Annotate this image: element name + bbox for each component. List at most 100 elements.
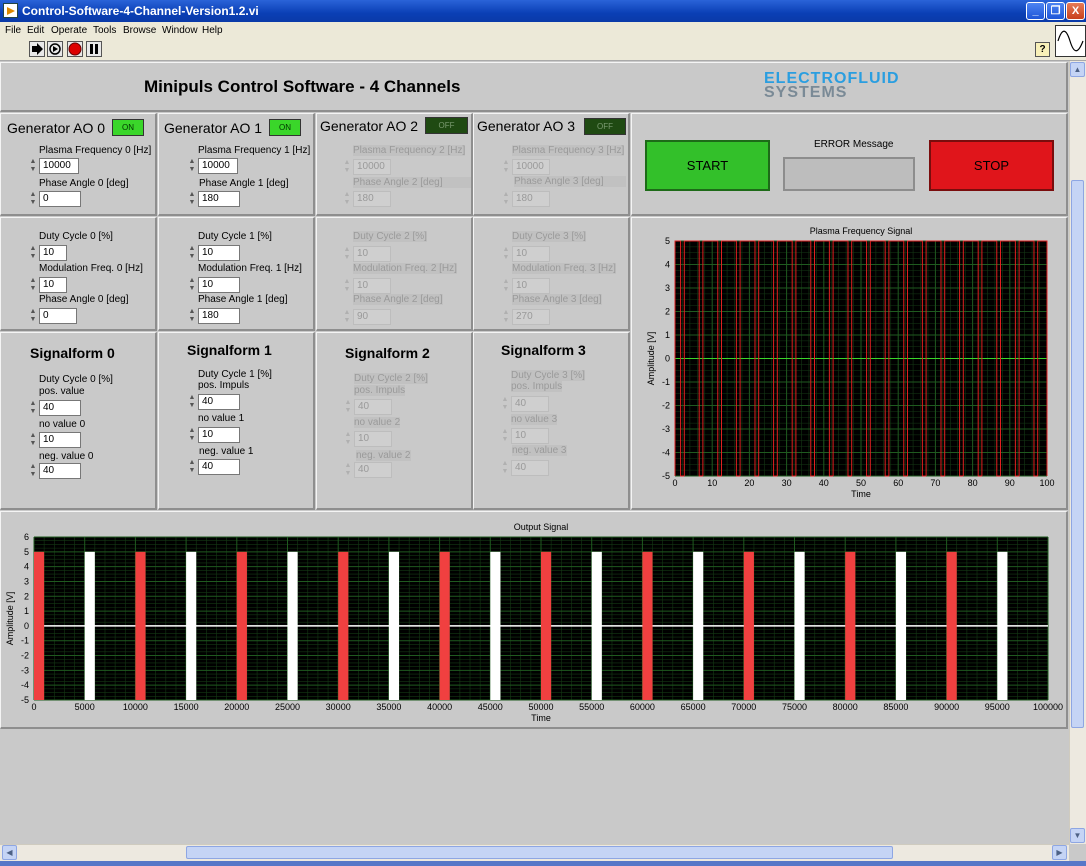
scroll-left-icon[interactable]: ◀	[2, 845, 17, 860]
duty-input[interactable]: 10	[353, 246, 391, 262]
spinner-icon[interactable]: ▲ ▼	[501, 191, 511, 207]
duty-input[interactable]: 10	[39, 245, 67, 261]
run-icon[interactable]	[29, 41, 45, 57]
spinner-icon[interactable]: ▲ ▼	[342, 246, 352, 262]
pos-input[interactable]: 40	[511, 396, 549, 412]
spinner-icon[interactable]: ▲ ▼	[187, 394, 197, 410]
generator-toggle-0[interactable]: ON	[112, 119, 144, 136]
pause-icon[interactable]	[86, 41, 102, 57]
menu-operate[interactable]: Operate	[51, 25, 87, 36]
freq-input[interactable]: 10000	[512, 159, 550, 175]
freq-input[interactable]: 10000	[353, 159, 391, 175]
no-value-input[interactable]: 10	[39, 432, 81, 448]
pos-label: pos. value	[39, 386, 85, 397]
phase-input[interactable]: 180	[198, 308, 240, 324]
phase-input[interactable]: 180	[353, 191, 391, 207]
freq-input[interactable]: 10000	[39, 158, 79, 174]
spinner-icon[interactable]: ▲ ▼	[28, 432, 38, 448]
spinner-icon[interactable]: ▲ ▼	[187, 191, 197, 207]
menu-help[interactable]: Help	[202, 25, 223, 36]
phase-input[interactable]: 270	[512, 309, 550, 325]
spinner-icon[interactable]: ▲ ▼	[28, 277, 38, 293]
spinner-icon[interactable]: ▲ ▼	[342, 159, 352, 175]
spinner-icon[interactable]: ▲ ▼	[187, 245, 197, 261]
menu-window[interactable]: Window	[162, 25, 198, 36]
phase-input[interactable]: 0	[39, 308, 77, 324]
spinner-icon[interactable]: ▲ ▼	[28, 463, 38, 479]
pos-input[interactable]: 40	[354, 399, 392, 415]
spinner-icon[interactable]: ▲ ▼	[28, 308, 38, 324]
x-tick-label: 15000	[174, 702, 199, 712]
run-continuously-icon[interactable]	[47, 41, 63, 57]
stop-button[interactable]: STOP	[929, 140, 1054, 191]
y-tick-label: -4	[21, 680, 29, 690]
duty-input[interactable]: 10	[512, 246, 550, 262]
menu-tools[interactable]: Tools	[93, 25, 116, 36]
generator-toggle-3[interactable]: OFF	[584, 118, 626, 135]
spinner-icon[interactable]: ▲ ▼	[342, 309, 352, 325]
spinner-icon[interactable]: ▲ ▼	[28, 158, 38, 174]
menu-file[interactable]: File	[5, 25, 21, 36]
spinner-icon[interactable]: ▲ ▼	[187, 277, 197, 293]
x-tick-label: 40000	[427, 702, 452, 712]
neg-input[interactable]: 40	[511, 460, 549, 476]
spinner-icon[interactable]: ▲ ▼	[501, 159, 511, 175]
scroll-up-icon[interactable]: ▲	[1070, 62, 1085, 77]
spinner-icon[interactable]: ▲ ▼	[342, 191, 352, 207]
x-tick-label: 75000	[782, 702, 807, 712]
spinner-icon[interactable]: ▲ ▼	[501, 309, 511, 325]
neg-input[interactable]: 40	[198, 459, 240, 475]
phase-input[interactable]: 90	[353, 309, 391, 325]
spinner-icon[interactable]: ▲ ▼	[28, 191, 38, 207]
spinner-icon[interactable]: ▲ ▼	[501, 246, 511, 262]
spinner-icon[interactable]: ▲ ▼	[187, 459, 197, 475]
generator-toggle-2[interactable]: OFF	[425, 117, 468, 134]
spinner-icon[interactable]: ▲ ▼	[187, 158, 197, 174]
pos-input[interactable]: 40	[39, 400, 81, 416]
spinner-icon[interactable]: ▲ ▼	[343, 399, 353, 415]
neg-input[interactable]: 40	[39, 463, 81, 479]
no-value-input[interactable]: 10	[354, 431, 392, 447]
scroll-right-icon[interactable]: ▶	[1052, 845, 1067, 860]
modulation-panel-2: Duty Cycle 2 [%] ▲ ▼ 10 Modulation Freq. …	[316, 217, 473, 331]
spinner-icon[interactable]: ▲ ▼	[342, 278, 352, 294]
mod-freq-input[interactable]: 10	[39, 277, 67, 293]
duty-input[interactable]: 10	[198, 245, 240, 261]
no-value-input[interactable]: 10	[511, 428, 549, 444]
spinner-icon[interactable]: ▲ ▼	[187, 308, 197, 324]
menu-browse[interactable]: Browse	[123, 25, 156, 36]
phase-input[interactable]: 180	[512, 191, 550, 207]
scroll-down-icon[interactable]: ▼	[1070, 828, 1085, 843]
mod-freq-input[interactable]: 10	[198, 277, 240, 293]
spinner-icon[interactable]: ▲ ▼	[343, 462, 353, 478]
spinner-icon[interactable]: ▲ ▼	[343, 431, 353, 447]
restore-button[interactable]: ❐	[1046, 2, 1065, 20]
phase-input[interactable]: 180	[198, 191, 240, 207]
horizontal-scroll-thumb[interactable]	[186, 846, 893, 859]
spinner-icon[interactable]: ▲ ▼	[187, 427, 197, 443]
help-icon[interactable]: ?	[1035, 42, 1050, 57]
start-button[interactable]: START	[645, 140, 770, 191]
spinner-icon[interactable]: ▲ ▼	[500, 460, 510, 476]
spinner-icon[interactable]: ▲ ▼	[28, 400, 38, 416]
spinner-icon[interactable]: ▲ ▼	[28, 245, 38, 261]
output-signal-chart: Output Signal0 5000 10000 15000 20000 25000 30…	[5, 522, 1063, 723]
no-value-input[interactable]: 10	[198, 427, 240, 443]
minimize-button[interactable]: _	[1026, 2, 1045, 20]
menu-edit[interactable]: Edit	[27, 25, 44, 36]
mod-freq-input[interactable]: 10	[512, 278, 550, 294]
mod-freq-input[interactable]: 10	[353, 278, 391, 294]
phase-input[interactable]: 0	[39, 191, 81, 207]
abort-icon[interactable]	[67, 41, 83, 57]
neg-input[interactable]: 40	[354, 462, 392, 478]
spinner-icon[interactable]: ▲ ▼	[501, 278, 511, 294]
close-button[interactable]: X	[1066, 2, 1085, 20]
generator-toggle-1[interactable]: ON	[269, 119, 301, 136]
vertical-scroll-thumb[interactable]	[1071, 180, 1084, 728]
pulse-bar-red	[946, 551, 957, 700]
freq-input[interactable]: 10000	[198, 158, 238, 174]
generator-title: Generator AO 1	[164, 120, 263, 136]
spinner-icon[interactable]: ▲ ▼	[500, 396, 510, 412]
pos-input[interactable]: 40	[198, 394, 240, 410]
spinner-icon[interactable]: ▲ ▼	[500, 428, 510, 444]
